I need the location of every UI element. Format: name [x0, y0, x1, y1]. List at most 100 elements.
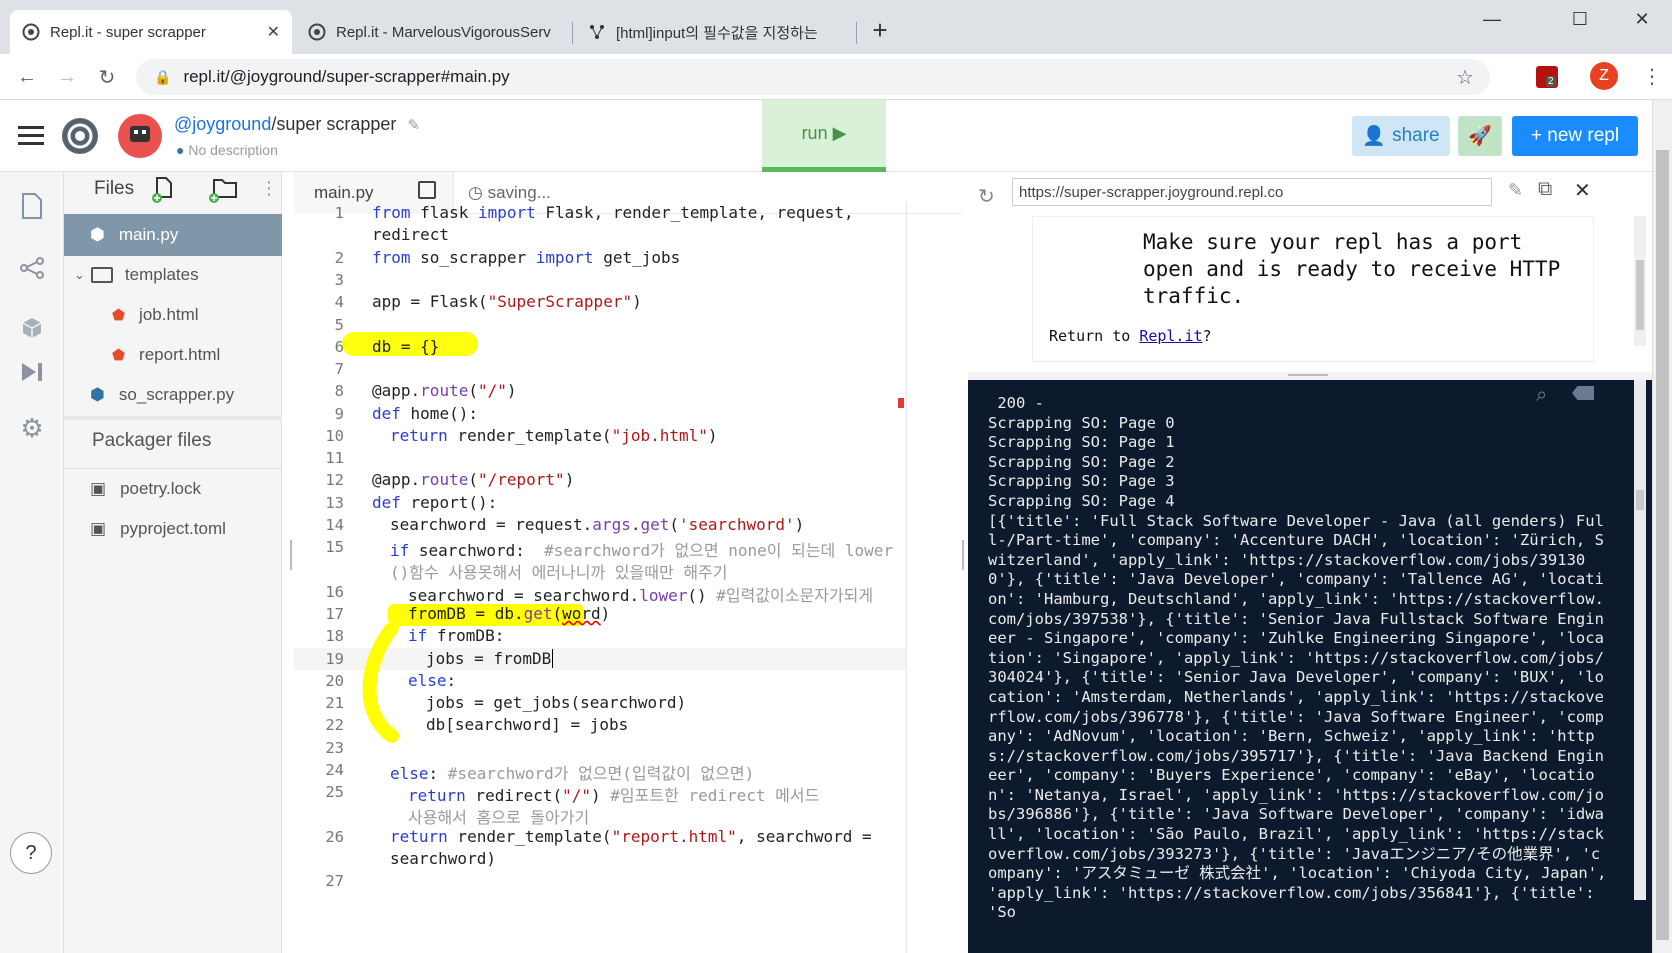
code-token: 'searchword': [679, 515, 795, 534]
files-icon[interactable]: [18, 192, 46, 220]
browser-tab[interactable]: Repl.it - MarvelousVigorousServ: [296, 10, 568, 54]
share-label: share: [1392, 125, 1440, 146]
console-scrollbar[interactable]: [1634, 380, 1646, 900]
python-file-icon: ⬢: [90, 385, 105, 404]
forward-icon[interactable]: →: [54, 64, 80, 90]
code-token: def: [372, 404, 401, 423]
browser-tab-active[interactable]: Repl.it - super scrapper ✕: [10, 10, 292, 54]
code-line: jobs = fromDB: [426, 649, 554, 668]
star-icon[interactable]: ☆: [1456, 65, 1474, 90]
run-button[interactable]: run ▶: [762, 100, 886, 172]
edit-pencil-icon[interactable]: ✎: [1508, 180, 1523, 201]
description-text: No description: [188, 142, 278, 158]
open-external-icon[interactable]: ⧉: [1538, 178, 1552, 201]
code-token: , searchword =: [736, 827, 872, 846]
code-line: jobs = get_jobs(searchword): [426, 693, 686, 712]
version-control-icon[interactable]: [18, 254, 46, 282]
line-number: 3: [334, 271, 344, 289]
search-icon[interactable]: ⌕: [1536, 384, 1547, 407]
code-token: route: [420, 381, 469, 400]
replit-logo-icon[interactable]: [60, 116, 100, 156]
panel-resize-handle[interactable]: [290, 540, 292, 570]
webview-return-line: Return to Repl.it?: [1049, 327, 1212, 345]
chevron-down-icon[interactable]: ⌄: [74, 267, 85, 283]
tab-divider: [856, 22, 857, 44]
deploy-rocket-button[interactable]: 🚀: [1458, 116, 1502, 156]
code-comment: #임포트한 redirect 메서드: [610, 786, 820, 805]
files-header: Files: [94, 178, 135, 199]
webview-url-input[interactable]: https://super-scrapper.joyground.repl.co: [1012, 178, 1492, 206]
packager-files-header: Packager files: [92, 430, 212, 451]
profile-avatar[interactable]: Z: [1590, 62, 1618, 90]
help-button[interactable]: ?: [10, 832, 52, 874]
repl-header: @joyground/super scrapper ✎ ● No descrip…: [0, 100, 1652, 172]
code-line: if searchword: #searchword가 없으면 none이 되는…: [390, 537, 893, 561]
file-item-report-html[interactable]: ⬟ report.html: [64, 334, 282, 376]
file-item-poetry-lock[interactable]: ▣ poetry.lock: [64, 468, 282, 510]
editor-tab-label: main.py: [314, 183, 374, 202]
menu-dots-icon[interactable]: ⋮: [1642, 64, 1662, 89]
close-window-icon[interactable]: ✕: [1622, 6, 1662, 32]
line-number: 6: [334, 338, 344, 356]
file-item-pyproject-toml[interactable]: ▣ pyproject.toml: [64, 508, 282, 550]
code-line: return render_template("report.html", se…: [390, 827, 872, 846]
page-scrollbar[interactable]: [1652, 100, 1672, 953]
back-icon[interactable]: ←: [14, 64, 40, 90]
code-line: from so_scrapper import get_jobs: [372, 248, 680, 267]
close-icon[interactable]: ✕: [1574, 178, 1591, 203]
webview-scrollbar[interactable]: [1634, 216, 1646, 346]
minimize-icon[interactable]: —: [1472, 6, 1512, 32]
close-tab-icon[interactable]: ✕: [267, 22, 280, 42]
file-item-so-scrapper-py[interactable]: ⬢ so_scrapper.py: [64, 374, 282, 416]
packages-cube-icon[interactable]: [18, 314, 46, 342]
sidebar-icon-rail: ⚙ ?: [0, 172, 64, 953]
code-token: "/": [477, 381, 507, 400]
panel-resize-handle[interactable]: [962, 540, 964, 570]
code-token-error: word: [562, 604, 601, 623]
code-token: db[searchword] = jobs: [426, 715, 629, 734]
ublock-extension-icon[interactable]: 2: [1536, 66, 1558, 88]
hamburger-menu-icon[interactable]: [18, 126, 44, 146]
extension-badge: 2: [1546, 76, 1556, 87]
code-comment: 사용해서 홈으로 돌아가기: [408, 808, 590, 827]
add-folder-icon[interactable]: [206, 176, 238, 203]
code-comment: #searchword가 없으면 none이 되는데 lower: [544, 541, 894, 560]
line-number: 17: [325, 605, 344, 623]
code-token: jobs = get_jobs(searchword): [426, 693, 687, 712]
edit-pencil-icon[interactable]: ✎: [407, 117, 420, 134]
reload-icon[interactable]: ↻: [978, 184, 995, 209]
code-editor[interactable]: main.py ◷ saving... 1 2 3 4 5 6 7 8 9 10 11 12 13 14 1…: [294, 172, 962, 953]
replit-link[interactable]: Repl.it: [1139, 327, 1202, 345]
file-name: main.py: [118, 225, 179, 244]
outline-icon[interactable]: [418, 181, 436, 199]
line-number: 10: [325, 427, 344, 445]
avatar[interactable]: [118, 114, 162, 158]
add-file-icon[interactable]: [152, 176, 174, 203]
code-line: searchword = request.args.get('searchwor…: [390, 515, 804, 534]
browser-tab[interactable]: [html]input의 필수값을 지정하는: [576, 10, 852, 54]
code-token: from: [372, 248, 411, 267]
folder-item-templates[interactable]: ⌄ templates: [64, 254, 282, 296]
share-button[interactable]: 👤 share: [1352, 116, 1450, 156]
line-number: 14: [325, 516, 344, 534]
new-tab-button[interactable]: +: [864, 14, 896, 46]
split-resize-handle[interactable]: [968, 372, 1652, 380]
console-panel[interactable]: 200 - Scrapping SO: Page 0 Scrapping SO:…: [968, 380, 1652, 953]
code-token: (: [552, 604, 563, 623]
address-bar[interactable]: 🔒 repl.it/@joyground/super-scrapper#main…: [136, 59, 1490, 95]
python-file-icon: ⬢: [90, 225, 105, 244]
debugger-icon[interactable]: [18, 358, 46, 386]
more-options-icon[interactable]: ⋮: [260, 178, 278, 199]
address-url: repl.it/@joyground/super-scrapper#main.p…: [183, 67, 510, 86]
new-repl-button[interactable]: + new repl: [1512, 116, 1638, 156]
rocket-icon: 🚀: [1468, 126, 1492, 147]
file-item-job-html[interactable]: ⬟ job.html: [64, 294, 282, 336]
code-line: def report():: [372, 493, 497, 512]
settings-gear-icon[interactable]: ⚙: [18, 413, 46, 443]
maximize-icon[interactable]: ☐: [1560, 6, 1600, 32]
code-token: if: [408, 626, 428, 645]
reload-icon[interactable]: ↻: [94, 64, 120, 90]
file-item-main-py[interactable]: ⬢ main.py: [64, 214, 282, 256]
code-token: "SuperScrapper": [487, 292, 633, 311]
repl-owner-link[interactable]: @joyground: [174, 114, 271, 134]
